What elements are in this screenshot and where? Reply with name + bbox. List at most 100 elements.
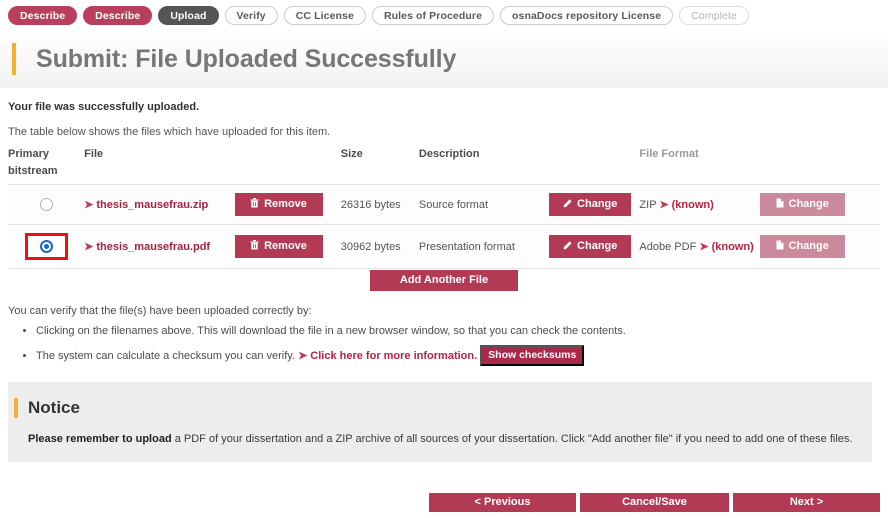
- title-accent-bar: [12, 43, 16, 75]
- chevron-right-icon: ➤: [298, 350, 308, 362]
- change-description-label: Change: [577, 240, 618, 252]
- verify-bullet-2-text: The system can calculate a checksum you …: [36, 350, 296, 362]
- table-header-row: Primary bitstream File Size Description …: [8, 146, 880, 185]
- notice-body-lead: Please remember to upload: [28, 433, 172, 445]
- chevron-right-icon: ➤: [699, 241, 709, 253]
- table-row: ➤ thesis_mausefrau.zip Remove 26316 bytes…: [8, 184, 880, 225]
- notice-panel: Notice Please remember to upload a PDF o…: [8, 382, 872, 462]
- previous-button[interactable]: < Previous: [429, 493, 576, 512]
- uploaded-files-table: Primary bitstream File Size Description …: [8, 146, 880, 269]
- add-file-container: Add Another File: [0, 270, 888, 291]
- primary-bitstream-cell: [8, 184, 85, 225]
- column-header-file-format: File Format: [639, 148, 699, 160]
- primary-bitstream-radio[interactable]: [39, 240, 53, 253]
- remove-file-button[interactable]: Remove: [234, 235, 323, 258]
- column-header-primary-line1: Primary: [8, 148, 49, 160]
- progress-tab-complete: Complete: [679, 5, 749, 25]
- change-file-format-button[interactable]: Change: [759, 235, 845, 258]
- change-description-button[interactable]: Change: [549, 193, 632, 216]
- progress-tab-osnadocs-repository-license[interactable]: osnaDocs repository License: [500, 5, 674, 25]
- verify-bullet-1-text: Clicking on the filenames above. This wi…: [36, 325, 626, 337]
- next-button[interactable]: Next >: [733, 493, 880, 512]
- notice-body: Please remember to upload a PDF of your …: [28, 432, 872, 446]
- primary-bitstream-radio[interactable]: [39, 198, 53, 211]
- change-description-cell: Change: [549, 224, 640, 269]
- notice-body-text: a PDF of your dissertation and a ZIP arc…: [171, 433, 853, 445]
- column-header-change-desc-spacer: [549, 146, 639, 185]
- remove-file-label: Remove: [264, 198, 307, 210]
- change-file-format-label: Change: [788, 240, 829, 252]
- trash-icon: [250, 238, 259, 256]
- document-icon: [776, 196, 784, 214]
- file-name-link[interactable]: ➤ thesis_mausefrau.pdf: [84, 241, 210, 253]
- trash-icon: [250, 196, 259, 214]
- file-size-cell: 30962 bytes: [340, 224, 419, 269]
- page-title: Submit: File Uploaded Successfully: [36, 44, 457, 73]
- document-icon: [776, 238, 784, 256]
- primary-bitstream-cell: [8, 224, 85, 269]
- change-description-cell: Change: [549, 184, 640, 225]
- column-header-size: Size: [340, 148, 363, 160]
- primary-bitstream-highlight-box: [24, 233, 68, 260]
- file-name-link[interactable]: ➤ thesis_mausefrau.zip: [84, 199, 208, 211]
- file-description-cell: Presentation format: [418, 224, 550, 269]
- change-description-label: Change: [577, 198, 618, 210]
- upload-success-message: Your file was successfully uploaded.: [8, 101, 200, 113]
- cancel-save-button[interactable]: Cancel/Save: [580, 493, 729, 512]
- file-format-name: Adobe PDF: [639, 241, 697, 253]
- chevron-right-icon: ➤: [659, 199, 669, 211]
- remove-cell: Remove: [234, 224, 341, 269]
- list-item: The system can calculate a checksum you …: [36, 345, 878, 366]
- notice-accent-bar: [14, 398, 18, 418]
- progress-tab-upload[interactable]: Upload: [158, 5, 219, 25]
- notice-header: Notice: [8, 382, 872, 418]
- file-name-text: thesis_mausefrau.pdf: [96, 241, 211, 253]
- column-header-remove-spacer: [235, 146, 341, 185]
- column-header-file: File: [84, 148, 104, 160]
- file-format-name: ZIP: [639, 199, 657, 211]
- change-format-cell: Change: [759, 184, 880, 225]
- verify-intro: You can verify that the file(s) have bee…: [8, 305, 312, 317]
- pencil-icon: [563, 196, 572, 214]
- bottom-navigation: < Previous Cancel/Save Next >: [0, 493, 888, 518]
- file-format-status[interactable]: (known): [672, 199, 714, 211]
- table-description: The table below shows the files which ha…: [8, 126, 331, 138]
- submission-progress-bar: Describe Describe Upload Verify CC Licen…: [0, 0, 888, 30]
- intro-text: Your file was successfully uploaded. The…: [8, 101, 878, 138]
- remove-cell: Remove: [234, 184, 341, 225]
- file-name-text: thesis_mausefrau.zip: [96, 199, 209, 211]
- column-header-primary-line2: bitstream: [8, 165, 58, 177]
- change-format-cell: Change: [759, 224, 880, 269]
- verify-list: Clicking on the filenames above. This wi…: [8, 324, 878, 366]
- remove-file-label: Remove: [264, 240, 307, 252]
- page-title-band: Submit: File Uploaded Successfully: [0, 30, 888, 88]
- change-description-button[interactable]: Change: [549, 235, 632, 258]
- change-file-format-label: Change: [788, 198, 829, 210]
- file-format-cell: ZIP ➤ (known): [639, 184, 760, 225]
- progress-tab-describe-2[interactable]: Describe: [83, 5, 153, 25]
- file-format-status[interactable]: (known): [712, 241, 754, 253]
- file-description-cell: Source format: [418, 184, 550, 225]
- progress-tab-verify[interactable]: Verify: [224, 5, 278, 25]
- chevron-right-icon: ➤: [84, 241, 94, 253]
- add-another-file-button[interactable]: Add Another File: [370, 270, 518, 291]
- verify-section: You can verify that the file(s) have bee…: [8, 305, 878, 372]
- show-checksums-button[interactable]: Show checksums: [480, 345, 585, 366]
- pencil-icon: [563, 238, 572, 256]
- file-size-cell: 26316 bytes: [340, 184, 419, 225]
- file-name-cell: ➤ thesis_mausefrau.zip: [84, 184, 235, 225]
- progress-tab-cc-license[interactable]: CC License: [283, 5, 366, 25]
- table-row: ➤ thesis_mausefrau.pdf Remove 30962 bytes…: [8, 224, 880, 269]
- file-name-cell: ➤ thesis_mausefrau.pdf: [84, 224, 235, 269]
- column-header-primary-bitstream: Primary bitstream: [8, 146, 84, 185]
- list-item: Clicking on the filenames above. This wi…: [36, 324, 878, 339]
- remove-file-button[interactable]: Remove: [234, 193, 323, 216]
- chevron-right-icon: ➤: [84, 199, 94, 211]
- progress-tab-rules-of-procedure[interactable]: Rules of Procedure: [371, 5, 495, 25]
- column-header-description: Description: [418, 148, 480, 160]
- column-header-change-format-spacer: [760, 146, 880, 185]
- checksum-info-link[interactable]: Click here for more information.: [310, 350, 477, 362]
- change-file-format-button[interactable]: Change: [759, 193, 845, 216]
- notice-title: Notice: [28, 398, 80, 417]
- progress-tab-describe-1[interactable]: Describe: [8, 5, 78, 25]
